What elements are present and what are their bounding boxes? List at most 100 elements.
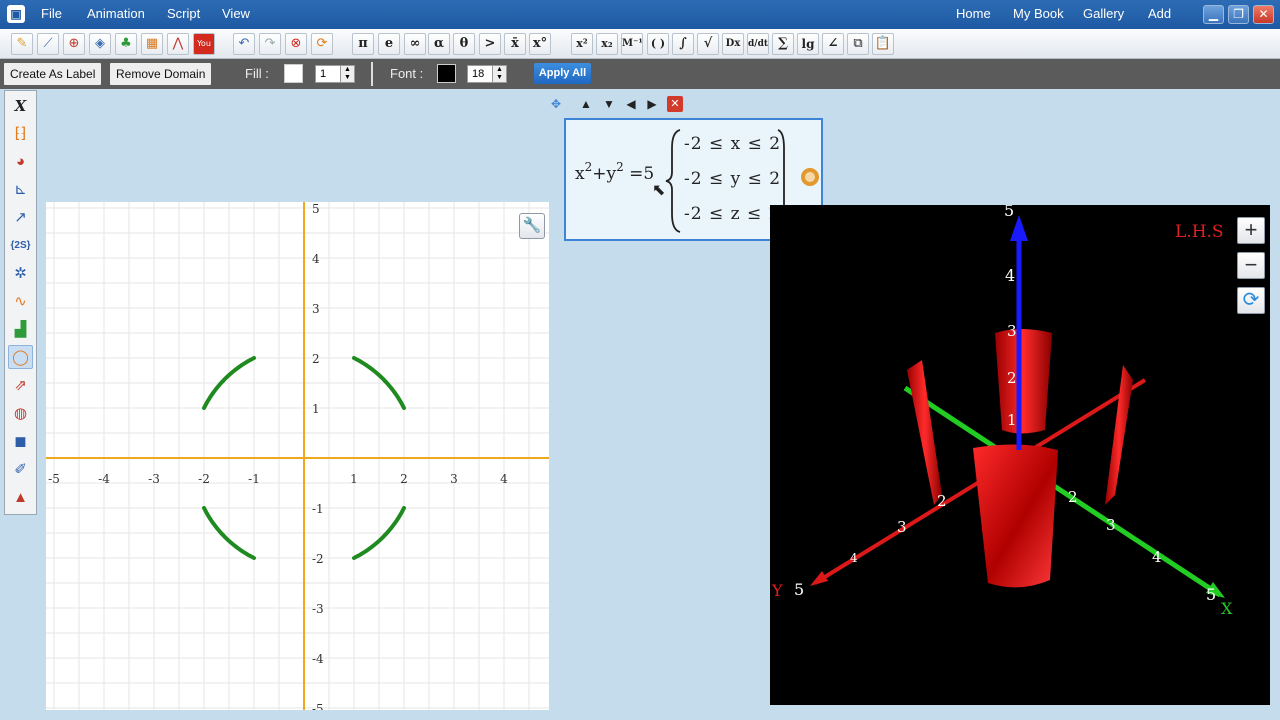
y-tick-label: -5 <box>312 702 324 710</box>
zoom-in-button[interactable]: + <box>1237 217 1265 244</box>
insert-infinity-button[interactable]: ∞ <box>404 33 426 55</box>
menu-animation[interactable]: Animation <box>87 6 145 21</box>
remove-domain-button[interactable]: Remove Domain <box>110 63 212 85</box>
curve-style-marker[interactable] <box>801 168 819 186</box>
nav-my-book[interactable]: My Book <box>1013 6 1064 21</box>
eq-var-x: x <box>575 164 585 184</box>
parentheses-button[interactable]: ( ) <box>647 33 669 55</box>
bar-chart-icon[interactable]: ▟ <box>8 318 33 342</box>
derivative-button[interactable]: Dx <box>722 33 744 55</box>
surface-icon[interactable]: ◍ <box>8 402 33 426</box>
log-button[interactable]: lg <box>797 33 819 55</box>
insert-alpha-button[interactable]: α <box>428 33 450 55</box>
insert-theta-button[interactable]: θ <box>453 33 475 55</box>
angle-button[interactable]: ∠ <box>822 33 844 55</box>
vector-icon[interactable]: ↗ <box>8 206 33 230</box>
youtube-icon[interactable]: You <box>193 33 215 55</box>
subscript-button[interactable]: x₂ <box>596 33 618 55</box>
insert-mean-button[interactable]: x̄ <box>504 33 526 55</box>
fill-opacity-stepper[interactable]: 1 ▲ ▼ <box>315 65 355 83</box>
menu-view[interactable]: View <box>222 6 250 21</box>
menu-script[interactable]: Script <box>167 6 200 21</box>
graph-2d-svg: -5-4-3-2-11234554321-1-2-3-4-5 <box>46 202 558 716</box>
pen-icon[interactable]: ✐ <box>8 458 33 482</box>
fill-color-swatch[interactable] <box>284 64 303 83</box>
arrow-right-icon[interactable]: ▶ <box>644 96 660 112</box>
restore-icon[interactable]: ❐ <box>1228 5 1249 24</box>
line-graph-icon[interactable]: ⊾ <box>8 178 33 202</box>
implicit-curve-icon[interactable]: ◯ <box>8 345 33 369</box>
refresh-icon[interactable]: ⟳ <box>311 33 333 55</box>
y-tick-label: -2 <box>312 552 324 566</box>
y-tick-label: 1 <box>312 402 320 416</box>
table-icon[interactable]: ▦ <box>141 33 163 55</box>
parametric-icon[interactable]: ✲ <box>8 262 33 286</box>
left-brace-icon <box>665 129 681 233</box>
nav-home[interactable]: Home <box>956 6 991 21</box>
cube-icon[interactable]: ◼ <box>8 430 33 454</box>
graph-2d-icon[interactable]: ⟋ <box>37 33 59 55</box>
redo-icon[interactable]: ↷ <box>259 33 281 55</box>
graph-3d-viewport[interactable]: 1 2 3 4 5 2 3 4 5 2 3 4 5 L.H.S X Y <box>770 201 1270 705</box>
insert-pi-button[interactable]: π <box>352 33 374 55</box>
insert-e-button[interactable]: e <box>378 33 400 55</box>
undo-icon[interactable]: ↶ <box>233 33 255 55</box>
surface-right <box>1105 365 1133 505</box>
minimize-icon[interactable]: ▁ <box>1203 5 1224 24</box>
rotate-icon[interactable]: ⟳ <box>1237 287 1265 314</box>
arrow-up-icon[interactable]: ▲ <box>578 96 594 112</box>
insert-degree-button[interactable]: x° <box>529 33 551 55</box>
new-document-icon[interactable]: ✎ <box>11 33 33 55</box>
superscript-button[interactable]: x² <box>571 33 593 55</box>
domain-z[interactable]: -2 ≤ z ≤ 2 <box>684 204 780 224</box>
matrix-inverse-button[interactable]: M⁻¹ <box>621 33 643 55</box>
x-tick-label: 5 <box>1206 585 1216 604</box>
arrow-left-icon[interactable]: ◀ <box>623 96 639 112</box>
stop-icon[interactable]: ⊗ <box>285 33 307 55</box>
variable-x-icon[interactable]: X <box>8 94 33 118</box>
close-icon[interactable]: ✕ <box>1253 5 1274 24</box>
stepper-arrows-icon[interactable]: ▲ ▼ <box>492 66 506 82</box>
sqrt-button[interactable]: √ <box>697 33 719 55</box>
paste-icon[interactable]: 📋 <box>872 33 894 55</box>
zoom-out-button[interactable]: − <box>1237 252 1265 279</box>
x-axis-line <box>903 385 1222 598</box>
function-curve-icon[interactable]: ∿ <box>8 290 33 314</box>
insert-greater-button[interactable]: > <box>479 33 501 55</box>
domain-x[interactable]: -2 ≤ x ≤ 2 <box>684 134 781 154</box>
arrow-down-icon[interactable]: ▼ <box>601 96 617 112</box>
graph-2d-canvas[interactable]: -5-4-3-2-11234554321-1-2-3-4-5 <box>46 202 558 716</box>
graph-3d-svg: 1 2 3 4 5 2 3 4 5 2 3 4 5 <box>794 201 1225 604</box>
nav-gallery[interactable]: Gallery <box>1083 6 1124 21</box>
cone-icon[interactable]: ▲ <box>8 486 33 510</box>
wrench-icon[interactable]: 🔧 <box>519 213 545 239</box>
font-size-stepper[interactable]: 18 ▲ ▼ <box>467 65 507 83</box>
copy-icon[interactable]: ⧉ <box>847 33 869 55</box>
set-icon[interactable]: {2S} <box>8 234 33 258</box>
surface-left <box>907 360 942 505</box>
apply-all-button[interactable]: Apply All <box>534 63 591 84</box>
stepper-arrows-icon[interactable]: ▲ ▼ <box>340 66 354 82</box>
sum-button[interactable]: ∑ <box>772 33 794 55</box>
polar-graph-icon[interactable]: ⊕ <box>63 33 85 55</box>
close-equation-icon[interactable]: ✕ <box>667 96 683 112</box>
equation-expression[interactable]: x2+y2 =5 <box>575 160 655 184</box>
domain-y[interactable]: -2 ≤ y ≤ 2 <box>684 169 781 189</box>
pie-chart-icon[interactable]: ◕ <box>8 150 33 174</box>
vector-field-icon[interactable]: ⇗ <box>8 374 33 398</box>
create-as-label-button[interactable]: Create As Label <box>4 63 102 85</box>
eq-rhs: =5 <box>629 164 655 184</box>
font-label: Font : <box>390 66 424 81</box>
graph-3d-icon[interactable]: ◈ <box>89 33 111 55</box>
move-icon[interactable]: ✥ <box>548 96 564 112</box>
shapes-icon[interactable]: ♣ <box>115 33 137 55</box>
time-derivative-button[interactable]: d/dt <box>747 33 769 55</box>
matrix-icon[interactable]: ⁅⁆ <box>8 122 33 146</box>
integral-button[interactable]: ∫ <box>672 33 694 55</box>
x-tick-label: 4 <box>1152 548 1162 566</box>
z-tick-label: 4 <box>1005 266 1015 285</box>
font-color-swatch[interactable] <box>437 64 456 83</box>
curve-icon[interactable]: ⋀ <box>167 33 189 55</box>
menu-file[interactable]: File <box>41 6 62 21</box>
nav-add[interactable]: Add <box>1148 6 1171 21</box>
